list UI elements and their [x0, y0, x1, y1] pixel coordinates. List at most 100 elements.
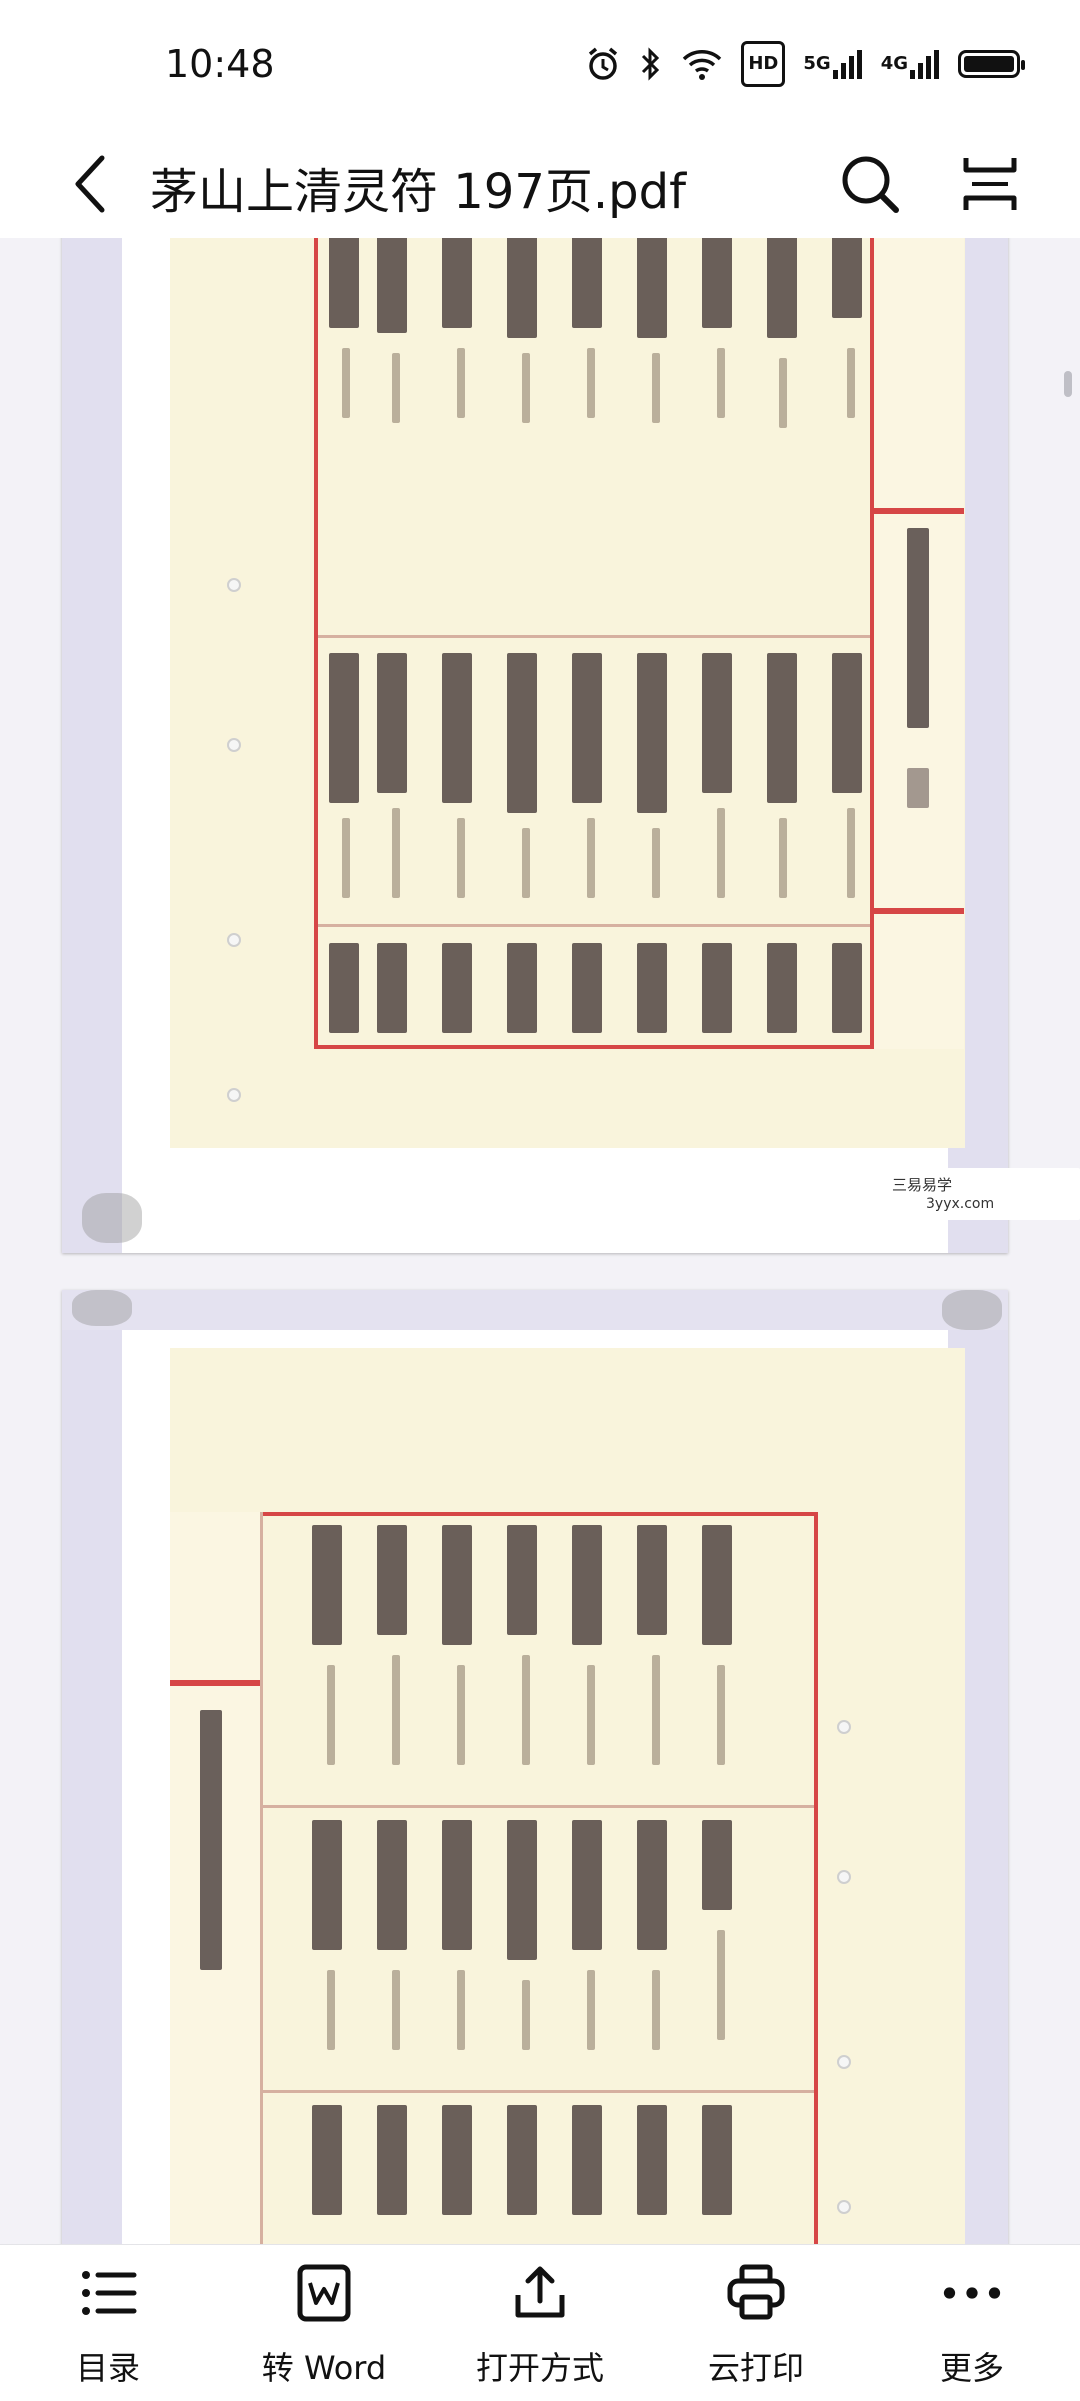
- talisman-glyphs: [442, 1525, 472, 1645]
- bluetooth-icon: [639, 44, 663, 84]
- annotation-text: [392, 1970, 400, 2050]
- talisman-glyphs: [767, 943, 797, 1033]
- list-icon: [78, 2263, 138, 2323]
- talisman-glyphs: [329, 238, 359, 328]
- scan-smudge: [82, 1193, 142, 1243]
- talisman-glyphs: [377, 238, 407, 333]
- annotation-text: [652, 828, 660, 898]
- annotation-text: [587, 1970, 595, 2050]
- toolbar-toc-button[interactable]: 目录: [28, 2245, 188, 2401]
- talisman-glyphs: [572, 943, 602, 1033]
- annotation-text: [522, 828, 530, 898]
- toolbar-label: 打开方式: [475, 2349, 604, 2387]
- annotation-text: [522, 1980, 530, 2050]
- annotation-text: [847, 808, 855, 898]
- talisman-glyphs: [572, 238, 602, 328]
- talisman-glyphs: [702, 238, 732, 328]
- annotation-text: [457, 818, 465, 898]
- side-title-glyphs: [907, 768, 929, 808]
- annotation-text: [457, 1665, 465, 1765]
- word-icon: [294, 2263, 354, 2323]
- toolbar-to-word-button[interactable]: 转 Word: [244, 2245, 404, 2401]
- scrollbar-thumb[interactable]: [1064, 371, 1072, 397]
- talisman-glyphs: [507, 2105, 537, 2215]
- talisman-glyphs: [329, 943, 359, 1033]
- search-button[interactable]: [830, 144, 910, 224]
- table-divider: [262, 2090, 814, 2093]
- punch-hole: [227, 1088, 241, 1102]
- talisman-glyphs: [702, 2105, 732, 2215]
- punch-hole: [837, 1870, 851, 1884]
- talisman-glyphs: [377, 943, 407, 1033]
- talisman-glyphs: [312, 1820, 342, 1950]
- talisman-glyphs: [637, 1525, 667, 1635]
- talisman-glyphs: [572, 1525, 602, 1645]
- toolbar-cloud-print-button[interactable]: 云打印: [676, 2245, 836, 2401]
- talisman-glyphs: [312, 2105, 342, 2215]
- annotation-text: [587, 348, 595, 418]
- fit-width-button[interactable]: [950, 144, 1030, 224]
- back-button[interactable]: [55, 142, 125, 226]
- scan-smudge: [72, 1290, 132, 1326]
- side-title-glyphs: [200, 1710, 222, 1970]
- talisman-glyphs: [442, 943, 472, 1033]
- talisman-glyphs: [312, 1525, 342, 1645]
- annotation-text: [717, 1930, 725, 2040]
- talisman-glyphs: [702, 653, 732, 793]
- hd-voice-icon: HD: [741, 41, 786, 87]
- talisman-glyphs: [572, 1820, 602, 1950]
- chevron-left-icon: [75, 155, 105, 213]
- punch-hole: [837, 2055, 851, 2069]
- talisman-glyphs: [702, 1820, 732, 1910]
- annotation-text: [457, 348, 465, 418]
- annotation-text: [717, 348, 725, 418]
- talisman-glyphs: [507, 943, 537, 1033]
- signal-5g-icon: 5G: [803, 44, 862, 84]
- talisman-glyphs: [702, 943, 732, 1033]
- red-tab: [874, 908, 964, 914]
- talisman-glyphs: [637, 238, 667, 338]
- talisman-glyphs: [507, 1820, 537, 1960]
- document-title: 茅山上清灵符 197页.pdf: [150, 164, 686, 220]
- annotation-text: [847, 348, 855, 418]
- toolbar-label: 转 Word: [261, 2349, 387, 2387]
- pdf-page: [62, 1290, 1008, 2244]
- fit-width-icon: [963, 158, 1017, 210]
- talisman-glyphs: [329, 653, 359, 803]
- annotation-text: [327, 1665, 335, 1765]
- talisman-glyphs: [507, 238, 537, 338]
- annotation-text: [652, 1655, 660, 1765]
- annotation-text: [652, 1970, 660, 2050]
- net-5g-label: 5G: [803, 53, 831, 74]
- annotation-text: [392, 1655, 400, 1765]
- talisman-glyphs: [442, 1820, 472, 1950]
- talisman-glyphs: [442, 653, 472, 803]
- annotation-text: [522, 353, 530, 423]
- talisman-glyphs: [507, 1525, 537, 1635]
- toolbar-more-button[interactable]: 更多: [892, 2245, 1052, 2401]
- annotation-text: [457, 1970, 465, 2050]
- watermark: 三易易学 3yyx.com: [828, 1168, 1080, 1220]
- status-time: 10:48: [165, 42, 275, 86]
- scan-shadow-left: [62, 1290, 122, 2244]
- signal-4g-icon: 4G: [881, 44, 940, 84]
- pdf-page: [62, 238, 1008, 1253]
- annotation-text: [717, 1665, 725, 1765]
- punch-hole: [227, 578, 241, 592]
- bottom-toolbar: 目录 转 Word 打开方式 云打印 更多: [0, 2244, 1080, 2401]
- talisman-glyphs: [572, 653, 602, 803]
- talisman-glyphs: [832, 238, 862, 318]
- talisman-glyphs: [377, 653, 407, 793]
- battery-icon: [958, 50, 1025, 78]
- more-icon: [942, 2263, 1002, 2323]
- annotation-text: [327, 1970, 335, 2050]
- punch-hole: [227, 738, 241, 752]
- scan-shadow-top: [62, 1290, 1008, 1330]
- toolbar-open-with-button[interactable]: 打开方式: [460, 2245, 620, 2401]
- scan-smudge: [942, 1290, 1002, 1330]
- talisman-glyphs: [377, 1820, 407, 1950]
- annotation-text: [392, 808, 400, 898]
- pdf-viewer[interactable]: 三易易学 3yyx.com: [0, 238, 1080, 2244]
- talisman-glyphs: [442, 2105, 472, 2215]
- title-bar: 茅山上清灵符 197页.pdf: [0, 130, 1080, 239]
